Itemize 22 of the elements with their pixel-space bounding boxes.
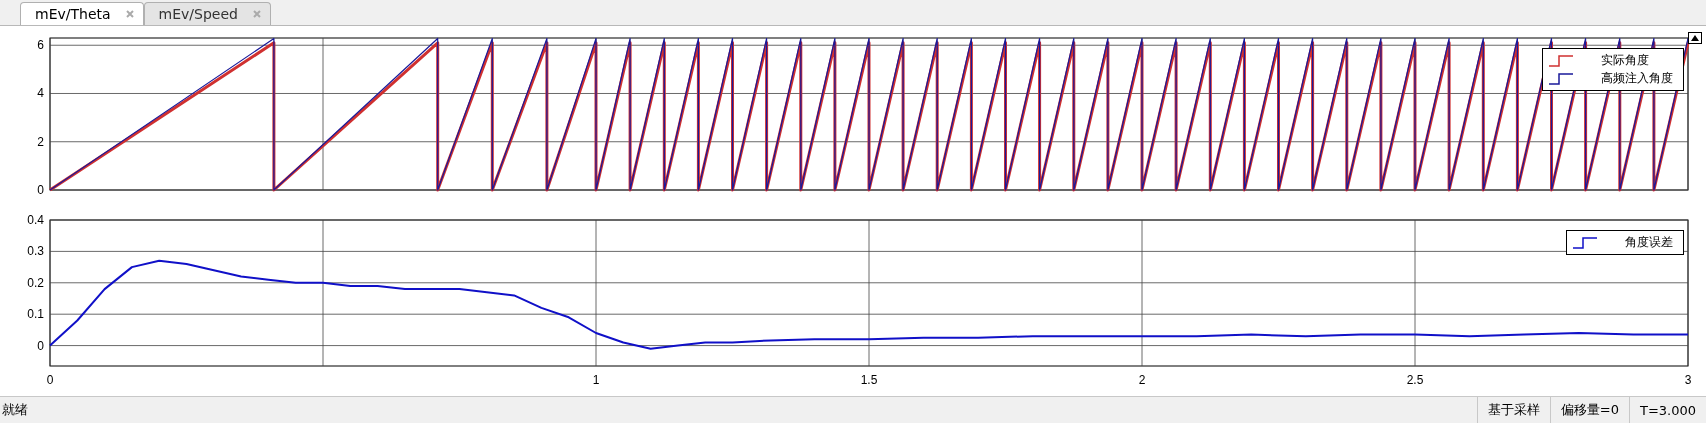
status-text: 就绪 <box>2 401 28 419</box>
status-field: 基于采样 <box>1476 397 1550 423</box>
x-tick-label: 1 <box>592 373 600 387</box>
x-tick-label: 2 <box>1138 373 1146 387</box>
y-tick-label: 6 <box>37 38 44 53</box>
y-tick-label: 0 <box>37 338 44 353</box>
x-tick-label: 2.5 <box>1406 373 1424 387</box>
y-tick-label: 0.3 <box>27 244 44 259</box>
x-tick-label: 3 <box>1684 373 1692 387</box>
y-tick-label: 4 <box>37 86 44 101</box>
x-tick-label: 0 <box>46 373 54 387</box>
legend-label: 角度误差 <box>1625 234 1673 251</box>
legend-label: 高频注入角度 <box>1601 70 1673 87</box>
legend-label: 实际角度 <box>1601 52 1649 69</box>
status-field: T=3.000 <box>1628 397 1706 423</box>
y-tick-label: 0.1 <box>27 307 44 322</box>
x-tick-label: 1.5 <box>860 373 878 387</box>
y-tick-label: 2 <box>37 134 44 149</box>
y-tick-label: 0.4 <box>27 213 44 227</box>
status-field: 偏移量=0 <box>1549 397 1629 423</box>
y-tick-label: 0.2 <box>27 275 44 290</box>
y-tick-label: 0 <box>37 183 44 197</box>
